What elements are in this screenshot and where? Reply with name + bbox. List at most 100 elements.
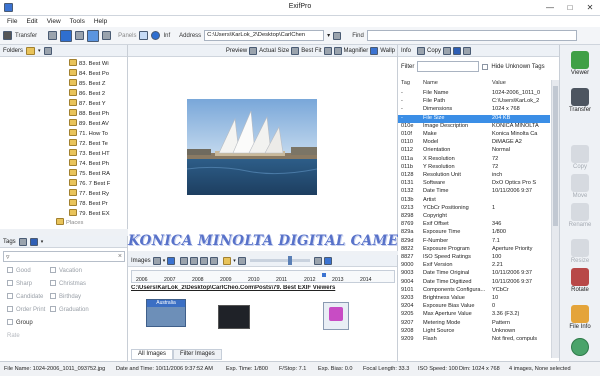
minimize-icon[interactable]: —: [540, 0, 560, 16]
magnifier-icon[interactable]: [333, 46, 342, 55]
year-timeline[interactable]: 2006 2007 2008 2009 2010 2011 2012 2013 …: [131, 270, 395, 283]
folder-item[interactable]: 74. Best Ph: [69, 159, 126, 168]
transfer-button[interactable]: Transfer: [15, 33, 37, 39]
info-row[interactable]: 8827 ISO Speed Ratings 100: [398, 254, 550, 262]
tag-checkbox[interactable]: [50, 280, 56, 286]
refresh-icon[interactable]: [43, 46, 52, 55]
info-row[interactable]: 9204 Exposure Bias Value 0: [398, 303, 550, 311]
folder-item[interactable]: 77. Best Ry: [69, 189, 126, 198]
tag-options-icon[interactable]: [18, 237, 27, 246]
address-field[interactable]: C:\Users\KarLok_2\Desktop\CarlChen: [204, 30, 325, 41]
folder-tree-icon[interactable]: [102, 31, 112, 40]
hide-unknown-label[interactable]: Hide Unknown Tags: [491, 64, 544, 70]
folder-item-partial[interactable]: Places: [56, 218, 113, 227]
address-dropdown-icon[interactable]: ▾: [327, 32, 330, 39]
tag-birthday[interactable]: Birthday: [50, 293, 81, 300]
info-row[interactable]: 0112 Orientation Normal: [398, 147, 550, 155]
menu-edit[interactable]: Edit: [26, 18, 37, 25]
sort-icon[interactable]: [210, 256, 219, 265]
settings-icon[interactable]: [463, 46, 472, 55]
info-row[interactable]: 0110 Model DiMAGE A2: [398, 139, 550, 147]
info-filter-field[interactable]: [417, 61, 480, 72]
folder-item[interactable]: 87. Best Y: [69, 99, 126, 108]
info-row[interactable]: 010f Make Konica Minolta Ca: [398, 131, 550, 139]
save-info-icon[interactable]: [453, 46, 462, 55]
zoom-icon[interactable]: [323, 46, 332, 55]
save-tags-icon[interactable]: [29, 237, 38, 246]
info-row[interactable]: 9000 Exif Version 2.21: [398, 262, 550, 270]
layout-selected-icon[interactable]: [87, 29, 100, 42]
folder-item[interactable]: 86. Best 2: [69, 89, 126, 98]
info-row[interactable]: 829a Exposure Time 1/800: [398, 229, 550, 237]
folder-item[interactable]: 71. How To: [69, 129, 126, 138]
info-row[interactable]: - File Path C:\Users\KarLok_2: [398, 98, 550, 106]
hide-unknown-checkbox[interactable]: [482, 63, 489, 70]
layout-icon[interactable]: [75, 31, 85, 40]
info-row[interactable]: 9203 Brightness Value 10: [398, 295, 550, 303]
search-icon[interactable]: [152, 256, 161, 265]
info-row[interactable]: 9205 Max Aperture Value 3.36 (F3.2): [398, 311, 550, 319]
column-name[interactable]: Name: [423, 80, 491, 86]
info-scrollbar[interactable]: [551, 80, 559, 358]
info-row[interactable]: 0213 YCbCr Positioning 1: [398, 205, 550, 213]
folder-dropdown-icon[interactable]: ▾: [38, 48, 41, 54]
zoom-out-icon[interactable]: [237, 256, 246, 265]
tools-dropdown-icon[interactable]: ▾: [233, 258, 236, 264]
thumbnail-australia[interactable]: Australia: [146, 299, 186, 327]
info-row[interactable]: - File Name 1024-2006_1011_0: [398, 90, 550, 98]
tab-filter-images[interactable]: Filter Images: [173, 349, 222, 360]
tag-order-print[interactable]: Order Print: [7, 306, 45, 313]
clear-filter-icon[interactable]: ×: [118, 253, 122, 260]
grid-view-icon[interactable]: [180, 256, 189, 265]
refresh-icon[interactable]: [167, 256, 176, 265]
info-row[interactable]: 9004 Date Time Digitized 10/11/2006 9:37: [398, 279, 550, 287]
folder-item[interactable]: 78. Best Pr: [69, 199, 126, 208]
rename-side-button[interactable]: Rename: [560, 203, 600, 228]
info-panel-toggle[interactable]: Inf: [163, 33, 170, 39]
info-row[interactable]: 0131 Software DxO Optics Pro S: [398, 180, 550, 188]
tag-filter-field[interactable]: ▿ ×: [3, 251, 125, 262]
folder-item[interactable]: 89. Best AV: [69, 119, 126, 128]
tag-group[interactable]: Group: [7, 319, 33, 326]
folder-item[interactable]: 84. Best Po: [69, 69, 126, 78]
tag-checkbox[interactable]: [7, 267, 13, 273]
info-row[interactable]: 9208 Light Source Unknown: [398, 328, 550, 336]
thumbnail-size-slider[interactable]: [249, 256, 310, 265]
rotate-icon[interactable]: [323, 256, 332, 265]
info-icon[interactable]: [151, 31, 161, 40]
rotate-side-button[interactable]: Rotate: [560, 268, 600, 293]
folder-item[interactable]: 75. Best RA: [69, 169, 126, 178]
close-icon[interactable]: ✕: [580, 0, 600, 16]
info-row[interactable]: 8822 Exposure Program Aperture Priority: [398, 246, 550, 254]
list-view-icon[interactable]: [200, 256, 209, 265]
maximize-icon[interactable]: □: [560, 0, 580, 16]
menu-view[interactable]: View: [47, 18, 61, 25]
info-row[interactable]: 8298 Copyright: [398, 213, 550, 221]
print-icon[interactable]: [48, 31, 58, 40]
column-value[interactable]: Value: [492, 80, 548, 86]
info-row[interactable]: 9207 Metering Mode Pattern: [398, 320, 550, 328]
panels-label[interactable]: Panels: [118, 33, 136, 39]
info-row[interactable]: 9209 Flash Not fired, compuls: [398, 336, 550, 344]
tag-graduation[interactable]: Graduation: [50, 306, 89, 313]
folder-item[interactable]: 83. Best Wi: [69, 59, 126, 68]
menu-tools[interactable]: Tools: [70, 18, 85, 25]
info-row[interactable]: 9003 Date Time Original 10/11/2006 9:37: [398, 270, 550, 278]
transfer-side-button[interactable]: Transfer: [560, 88, 600, 113]
copy-side-button[interactable]: Copy: [560, 145, 600, 170]
folder-item[interactable]: 76. 7 Best F: [69, 179, 126, 188]
file-info-side-button[interactable]: File Info: [560, 305, 600, 330]
tag-christmas[interactable]: Christmas: [50, 280, 86, 287]
tag-vacation[interactable]: Vacation: [50, 267, 82, 274]
folder-item[interactable]: 73. Best HT: [69, 149, 126, 158]
zoom-in-icon[interactable]: [313, 256, 322, 265]
resize-side-button[interactable]: Resize: [560, 239, 600, 264]
tag-checkbox[interactable]: [7, 280, 13, 286]
move-side-button[interactable]: Move: [560, 174, 600, 199]
tab-all-images[interactable]: All Images: [131, 349, 174, 360]
info-row[interactable]: 013b Artist: [398, 197, 550, 205]
info-row[interactable]: 010e Image Description KONICA MINOLTA: [398, 123, 550, 131]
tags-dropdown-icon[interactable]: ▾: [41, 239, 44, 245]
magnifier-button[interactable]: Magnifier: [344, 48, 369, 54]
folder-item[interactable]: 79. Best EX: [69, 209, 126, 218]
